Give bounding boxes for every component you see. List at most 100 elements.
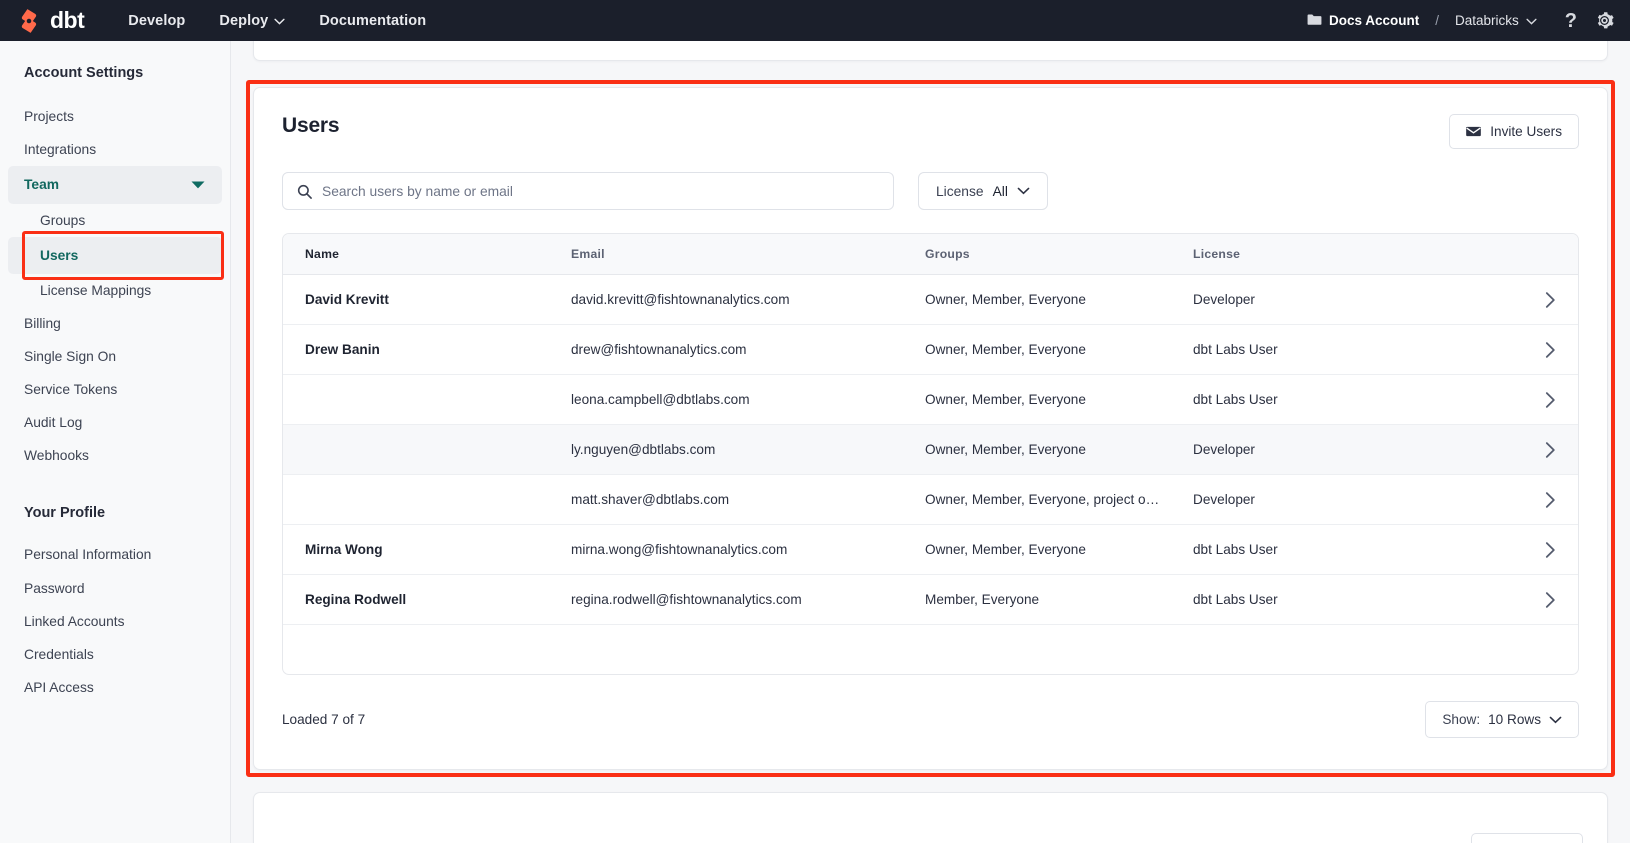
help-icon[interactable]: ?	[1565, 11, 1577, 31]
cell-license: Developer	[1193, 492, 1255, 507]
cell-groups: Owner, Member, Everyone, project o…	[925, 492, 1160, 507]
chevron-down-icon	[1017, 187, 1030, 195]
nav-item-develop-label: Develop	[128, 12, 186, 29]
breadcrumb-separator: /	[1435, 13, 1439, 28]
table-row[interactable]: ly.nguyen@dbtlabs.com Owner, Member, Ever…	[283, 425, 1578, 475]
table-row[interactable]: matt.shaver@dbtlabs.com Owner, Member, Ev…	[283, 475, 1578, 525]
account-breadcrumb[interactable]: Docs Account / Databricks	[1307, 13, 1537, 29]
chevron-down-icon	[1526, 13, 1537, 28]
nav-item-documentation-label: Documentation	[319, 12, 427, 29]
sidebar-item-api-access[interactable]: API Access	[0, 671, 230, 704]
license-filter-label: License	[936, 183, 984, 199]
cell-groups: Owner, Member, Everyone	[925, 392, 1086, 407]
nav-item-documentation[interactable]: Documentation	[319, 13, 426, 29]
rows-per-page-label: Show:	[1442, 712, 1481, 727]
invite-users-label: Invite Users	[1490, 124, 1562, 139]
users-table-footer: Loaded 7 of 7 Show: 10 Rows	[282, 701, 1579, 738]
sidebar-users-highlight-wrapper: Users	[0, 230, 230, 280]
cell-email: ly.nguyen@dbtlabs.com	[571, 442, 716, 457]
cell-license: dbt Labs User	[1193, 392, 1278, 407]
row-chevron-right-icon[interactable]	[1522, 591, 1578, 609]
table-row[interactable]: Mirna Wong mirna.wong@fishtownanalytics.c…	[283, 525, 1578, 575]
cell-groups: Owner, Member, Everyone	[925, 342, 1086, 357]
sidebar-item-groups[interactable]: Groups	[0, 204, 230, 237]
project-selector[interactable]: Databricks	[1455, 13, 1537, 28]
nav-item-deploy-label: Deploy	[219, 12, 269, 29]
cell-license: dbt Labs User	[1193, 342, 1278, 357]
cell-name: Regina Rodwell	[305, 592, 407, 607]
column-header-name: Name	[305, 247, 340, 261]
users-card: Users Invite Users Search users by name …	[253, 87, 1608, 770]
chevron-down-icon	[1549, 716, 1562, 724]
users-table-body: David Krevitt david.krevitt@fishtownanaly…	[283, 275, 1578, 625]
nav-item-deploy[interactable]: Deploy	[219, 13, 285, 29]
sidebar-item-projects[interactable]: Projects	[0, 100, 230, 133]
main-content: Users Invite Users Search users by name …	[231, 41, 1630, 843]
project-name: Databricks	[1455, 13, 1519, 28]
cell-groups: Owner, Member, Everyone	[925, 292, 1086, 307]
dbt-logo-text: dbt	[50, 7, 85, 33]
table-row[interactable]: Drew Banin drew@fishtownanalytics.com Owne…	[283, 325, 1578, 375]
top-nav-right-cluster: Docs Account / Databricks ?	[1307, 11, 1614, 31]
account-name: Docs Account	[1328, 13, 1420, 28]
row-chevron-right-icon[interactable]	[1522, 341, 1578, 359]
cell-email: matt.shaver@dbtlabs.com	[571, 492, 730, 507]
card-below-partial	[253, 792, 1608, 843]
sidebar-heading-account-settings: Account Settings	[24, 65, 144, 81]
invite-users-button[interactable]: Invite Users	[1449, 114, 1579, 149]
cell-name: Mirna Wong	[305, 542, 383, 557]
gear-icon[interactable]	[1577, 11, 1614, 30]
row-chevron-right-icon[interactable]	[1522, 291, 1578, 309]
sidebar-item-single-sign-on[interactable]: Single Sign On	[0, 340, 230, 373]
cell-license: dbt Labs User	[1193, 542, 1278, 557]
sidebar-item-credentials[interactable]: Credentials	[0, 638, 230, 671]
sidebar-item-license-mappings[interactable]: License Mappings	[0, 274, 230, 307]
column-header-groups: Groups	[925, 247, 970, 261]
table-row[interactable]: leona.campbell@dbtlabs.com Owner, Member,…	[283, 375, 1578, 425]
row-chevron-right-icon[interactable]	[1522, 491, 1578, 509]
sidebar-item-personal-information[interactable]: Personal Information	[0, 538, 230, 571]
nav-item-develop[interactable]: Develop	[128, 13, 185, 29]
table-row[interactable]: Regina Rodwell regina.rodwell@fishtownana…	[283, 575, 1578, 625]
license-filter-value: All	[992, 183, 1008, 199]
card-above-partial	[253, 41, 1608, 61]
cell-groups: Owner, Member, Everyone	[925, 542, 1086, 557]
users-card-header: Users Invite Users	[282, 114, 1579, 149]
sidebar-item-audit-log[interactable]: Audit Log	[0, 406, 230, 439]
search-input[interactable]	[322, 183, 879, 199]
mail-icon	[1466, 126, 1482, 137]
sidebar-item-team[interactable]: Team	[8, 166, 222, 204]
users-table: Name Email Groups License David Krevitt d…	[282, 233, 1579, 675]
sidebar-item-team-label: Team	[24, 177, 60, 193]
card-below-button-placeholder[interactable]	[1471, 833, 1583, 843]
sidebar-item-webhooks[interactable]: Webhooks	[0, 439, 230, 472]
sidebar-item-billing[interactable]: Billing	[0, 307, 230, 340]
rows-per-page-select[interactable]: Show: 10 Rows	[1425, 701, 1579, 738]
row-chevron-right-icon[interactable]	[1522, 441, 1578, 459]
search-users-field[interactable]	[282, 172, 894, 210]
cell-email: drew@fishtownanalytics.com	[571, 342, 747, 357]
cell-email: david.krevitt@fishtownanalytics.com	[571, 292, 790, 307]
license-filter-dropdown[interactable]: License All	[918, 172, 1048, 210]
column-header-license: License	[1193, 247, 1241, 261]
cell-license: Developer	[1193, 442, 1255, 457]
cell-license: Developer	[1193, 292, 1255, 307]
table-row[interactable]: David Krevitt david.krevitt@fishtownanaly…	[283, 275, 1578, 325]
sidebar-item-integrations[interactable]: Integrations	[0, 133, 230, 166]
sidebar-item-linked-accounts[interactable]: Linked Accounts	[0, 605, 230, 638]
row-chevron-right-icon[interactable]	[1522, 541, 1578, 559]
settings-sidebar: Account Settings Projects Integrations T…	[0, 41, 231, 843]
table-filler-row	[283, 625, 1578, 674]
caret-down-icon	[190, 180, 206, 190]
sidebar-item-password[interactable]: Password	[0, 572, 230, 605]
primary-nav-items: Develop Deploy Documentation	[128, 13, 426, 29]
dbt-logo[interactable]: dbt	[14, 7, 85, 35]
users-table-header: Name Email Groups License	[283, 234, 1578, 275]
row-chevron-right-icon[interactable]	[1522, 391, 1578, 409]
sidebar-heading-your-profile: Your Profile	[24, 505, 106, 522]
folder-icon	[1307, 13, 1322, 29]
sidebar-item-users[interactable]: Users	[8, 236, 222, 274]
cell-license: dbt Labs User	[1193, 592, 1278, 607]
search-icon	[297, 184, 312, 199]
sidebar-item-service-tokens[interactable]: Service Tokens	[0, 373, 230, 406]
